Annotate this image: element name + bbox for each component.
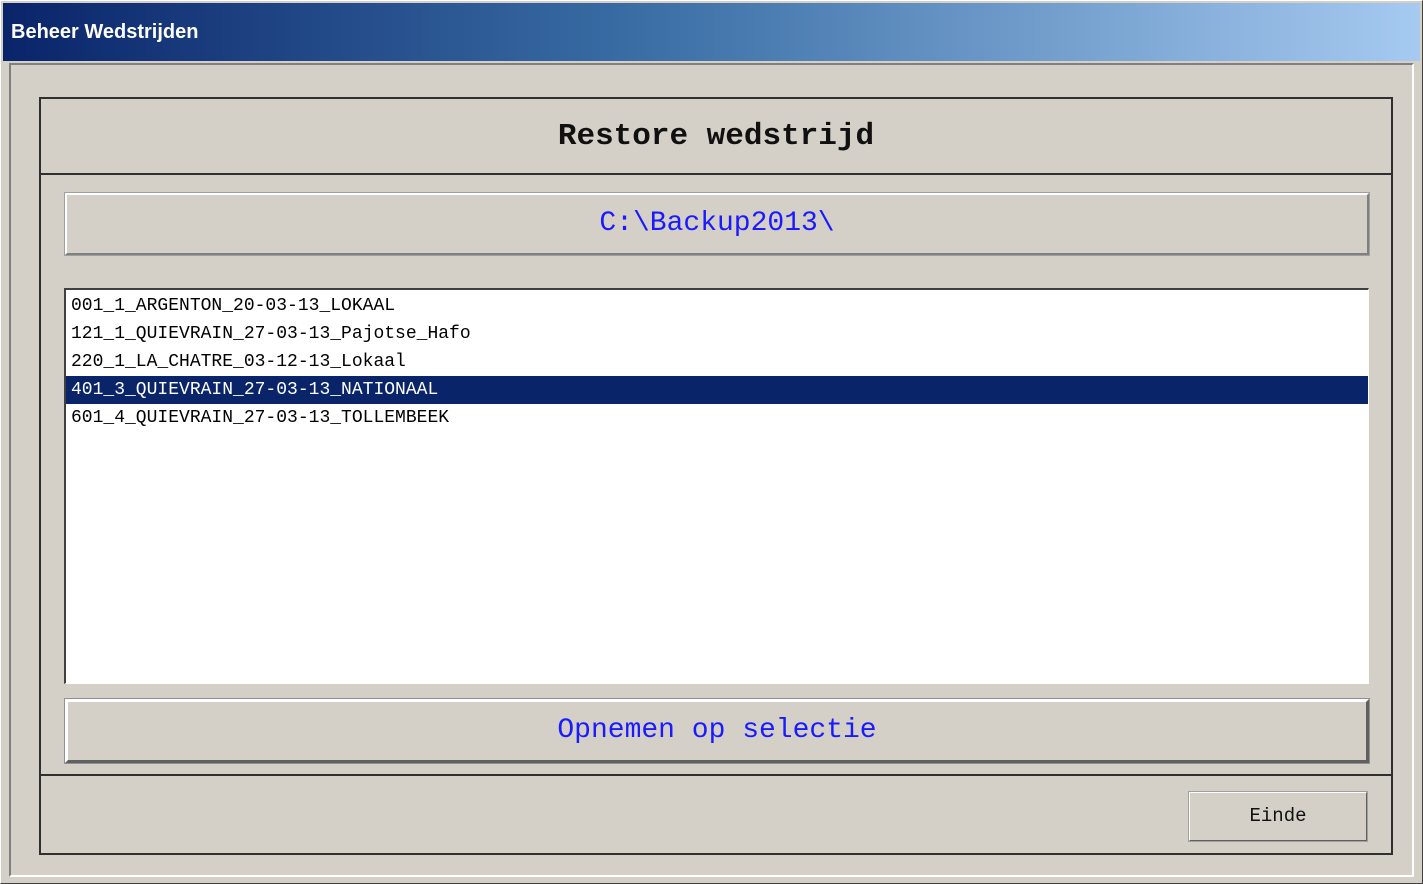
backup-file-list[interactable]: 001_1_ARGENTON_20-03-13_LOKAAL 121_1_QUI… xyxy=(64,288,1369,684)
list-item[interactable]: 001_1_ARGENTON_20-03-13_LOKAAL xyxy=(66,292,1368,320)
backup-path-label: C:\Backup2013\ xyxy=(64,192,1370,256)
list-item-selected[interactable]: 401_3_QUIEVRAIN_27-03-13_NATIONAAL xyxy=(66,376,1368,404)
list-item[interactable]: 220_1_LA_CHATRE_03-12-13_Lokaal xyxy=(66,348,1368,376)
list-item[interactable]: 121_1_QUIEVRAIN_27-03-13_Pajotse_Hafo xyxy=(66,320,1368,348)
list-item[interactable]: 601_4_QUIEVRAIN_27-03-13_TOLLEMBEEK xyxy=(66,404,1368,432)
window-title: Beheer Wedstrijden xyxy=(11,21,199,43)
app-window: Beheer Wedstrijden Restore wedstrijd C:\… xyxy=(0,0,1423,884)
restore-panel: Restore wedstrijd C:\Backup2013\ 001_1_A… xyxy=(39,97,1393,855)
panel-heading: Restore wedstrijd xyxy=(41,99,1391,175)
add-to-selection-button[interactable]: Opnemen op selectie xyxy=(64,698,1370,764)
window-title-bar[interactable]: Beheer Wedstrijden xyxy=(3,3,1420,61)
footer-divider xyxy=(41,774,1391,776)
close-button[interactable]: Einde xyxy=(1188,791,1368,842)
